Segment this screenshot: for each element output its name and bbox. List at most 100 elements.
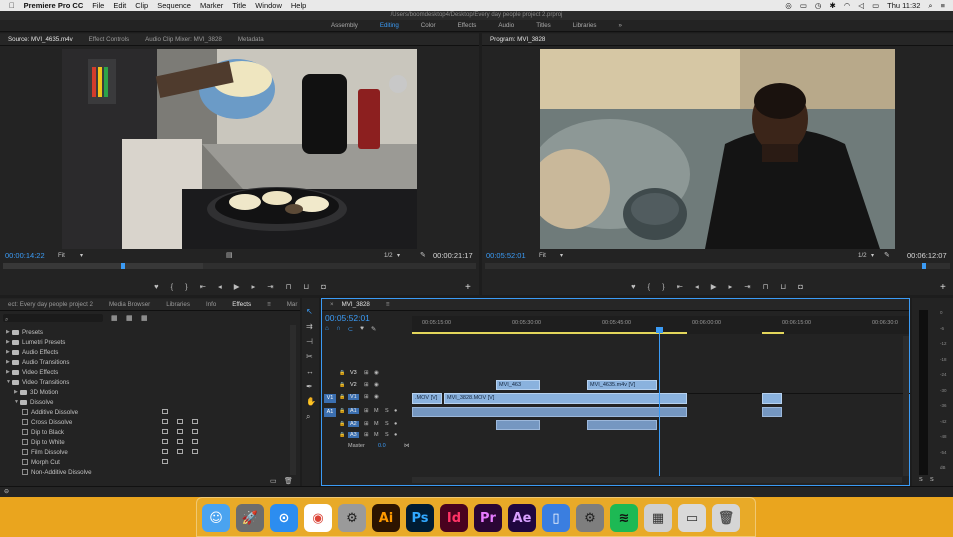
dock-illustrator-icon[interactable]: Ai	[372, 504, 400, 532]
lock-icon[interactable]: 🔒	[339, 432, 345, 438]
mute-icon[interactable]: M	[374, 408, 379, 414]
timeline-horizontal-scrollbar[interactable]	[412, 477, 902, 483]
mute-icon[interactable]: M	[374, 421, 379, 427]
chevron-down-icon[interactable]: ▾	[397, 252, 400, 259]
audio-clip-a1[interactable]	[412, 407, 687, 417]
wrench-icon[interactable]: ✎	[420, 251, 426, 259]
workspace-effects[interactable]: Effects	[447, 20, 488, 32]
mark-in-icon[interactable]: {	[648, 282, 651, 291]
source-patch-v1[interactable]: V1	[324, 394, 336, 403]
linked-selection-icon[interactable]: ⊂	[348, 325, 353, 334]
dock-safari-icon[interactable]: ⊙	[270, 504, 298, 532]
audio-clip-a2-a[interactable]	[496, 420, 540, 430]
program-scrub-bar[interactable]	[485, 263, 950, 269]
app-name[interactable]: Premiere Pro CC	[24, 1, 84, 10]
tab-program[interactable]: Program: MVI_3828	[482, 36, 553, 43]
menu-clip[interactable]: Clip	[135, 1, 148, 10]
track-label[interactable]: A1	[348, 408, 359, 414]
clip-v2-a[interactable]: MVI_463	[496, 380, 540, 390]
volume-icon[interactable]: ◁	[858, 1, 864, 10]
extract-icon[interactable]: ⊔	[780, 282, 786, 291]
meter-solo-left[interactable]: S	[919, 477, 923, 483]
dock-indesign-icon[interactable]: Id	[440, 504, 468, 532]
sync-lock-icon[interactable]: ⊞	[364, 382, 369, 388]
timeline-playhead[interactable]	[656, 327, 663, 333]
dock-spotify-icon[interactable]: ≋	[610, 504, 638, 532]
sync-lock-icon[interactable]: ⊞	[364, 421, 369, 427]
program-video-frame[interactable]	[540, 49, 895, 249]
ripple-edit-icon[interactable]: ⊣	[306, 337, 313, 346]
step-back-icon[interactable]: ◂	[218, 282, 222, 291]
tab-libraries[interactable]: Libraries	[158, 301, 198, 308]
lock-icon[interactable]: 🔒	[339, 370, 345, 376]
program-current-timecode[interactable]: 00:05:52:01	[486, 251, 526, 260]
track-label[interactable]: A3	[348, 432, 359, 438]
export-frame-icon[interactable]: ▤	[226, 251, 233, 259]
step-forward-icon[interactable]: ▸	[252, 282, 256, 291]
trash-icon[interactable]: 🗑	[284, 477, 293, 485]
work-area-bar[interactable]	[412, 332, 687, 334]
menu-help[interactable]: Help	[291, 1, 306, 10]
effects-tree-item[interactable]: Additive Dissolve	[0, 407, 298, 417]
selection-tool-icon[interactable]: ↖	[306, 307, 313, 316]
source-video-frame[interactable]	[62, 49, 417, 249]
timeline-vertical-scrollbar[interactable]	[903, 336, 909, 476]
wifi-icon[interactable]: ◠	[844, 1, 851, 10]
track-label[interactable]: V1	[348, 394, 359, 400]
nest-icon[interactable]: ⌂	[325, 325, 329, 334]
menu-file[interactable]: File	[92, 1, 104, 10]
lock-icon[interactable]: 🔒	[339, 408, 345, 414]
workspace-libraries[interactable]: Libraries	[562, 20, 608, 32]
timeline-timecode[interactable]: 00:05:52:01	[325, 313, 370, 323]
pen-tool-icon[interactable]: ✒	[306, 382, 313, 391]
go-to-in-icon[interactable]: ⇤	[200, 282, 206, 291]
lock-icon[interactable]: 🔒	[339, 421, 345, 427]
go-to-out-icon[interactable]: ⇥	[267, 282, 273, 291]
solo-icon[interactable]: S	[385, 421, 389, 427]
menu-marker[interactable]: Marker	[200, 1, 223, 10]
add-marker-icon[interactable]: ♥	[631, 282, 635, 291]
camera-icon[interactable]: ◘	[321, 282, 326, 291]
audio-clip-a2-b[interactable]	[587, 420, 657, 430]
snap-icon[interactable]: ∩	[336, 325, 341, 334]
mic-icon[interactable]: ●	[394, 432, 397, 438]
effects-tree-item[interactable]: Film Dissolve	[0, 447, 298, 457]
tab-source[interactable]: Source: MVI_4635.m4v	[0, 36, 81, 43]
effects-tree-item[interactable]: ▶ Video Effects	[0, 367, 298, 377]
audio-clip-a1-b[interactable]	[762, 407, 782, 417]
mute-icon[interactable]: M	[374, 432, 379, 438]
panel-menu-icon[interactable]: ≡	[259, 301, 279, 308]
lock-icon[interactable]: 🔒	[339, 382, 345, 388]
menu-title[interactable]: Title	[232, 1, 246, 10]
tab-sequence[interactable]: MVI_3828	[342, 301, 378, 308]
tab-effect-controls[interactable]: Effect Controls	[81, 36, 137, 43]
dock-after-effects-icon[interactable]: Ae	[508, 504, 536, 532]
32bit-effects-icon[interactable]: ▦	[126, 314, 133, 322]
effects-tree-item[interactable]: Non-Additive Dissolve	[0, 467, 298, 477]
step-forward-icon[interactable]: ▸	[729, 282, 733, 291]
close-icon[interactable]: ×	[322, 301, 342, 308]
mark-out-icon[interactable]: }	[662, 282, 665, 291]
dock-chrome-icon[interactable]: ◉	[304, 504, 332, 532]
add-button-icon[interactable]: +	[940, 282, 946, 293]
accelerated-effects-icon[interactable]: ▦	[111, 314, 118, 322]
workspace-audio[interactable]: Audio	[487, 20, 525, 32]
wrench-icon[interactable]: ✎	[884, 251, 890, 259]
camera-icon[interactable]: ◘	[798, 282, 803, 291]
cast-icon[interactable]: ▭	[800, 1, 807, 10]
sync-lock-icon[interactable]: ⊞	[364, 394, 369, 400]
go-to-in-icon[interactable]: ⇤	[677, 282, 683, 291]
effects-scrollbar[interactable]	[290, 325, 296, 475]
effects-tree-item[interactable]: ▶ 3D Motion	[0, 387, 298, 397]
yuv-effects-icon[interactable]: ▦	[141, 314, 148, 322]
dock-keynote-icon[interactable]: ▯	[542, 504, 570, 532]
effects-tree-item[interactable]: Cross Dissolve	[0, 417, 298, 427]
clip-v1-c[interactable]	[762, 393, 782, 404]
dock-photos-folder-icon[interactable]: ▦	[644, 504, 672, 532]
tab-metadata[interactable]: Metadata	[230, 36, 272, 43]
workspace-editing[interactable]: Editing	[369, 20, 410, 32]
eye-icon[interactable]: ◉	[374, 382, 379, 388]
mark-in-icon[interactable]: {	[171, 282, 174, 291]
master-expand-icon[interactable]: ⋈	[404, 443, 410, 449]
tab-media-browser[interactable]: Media Browser	[101, 301, 158, 308]
